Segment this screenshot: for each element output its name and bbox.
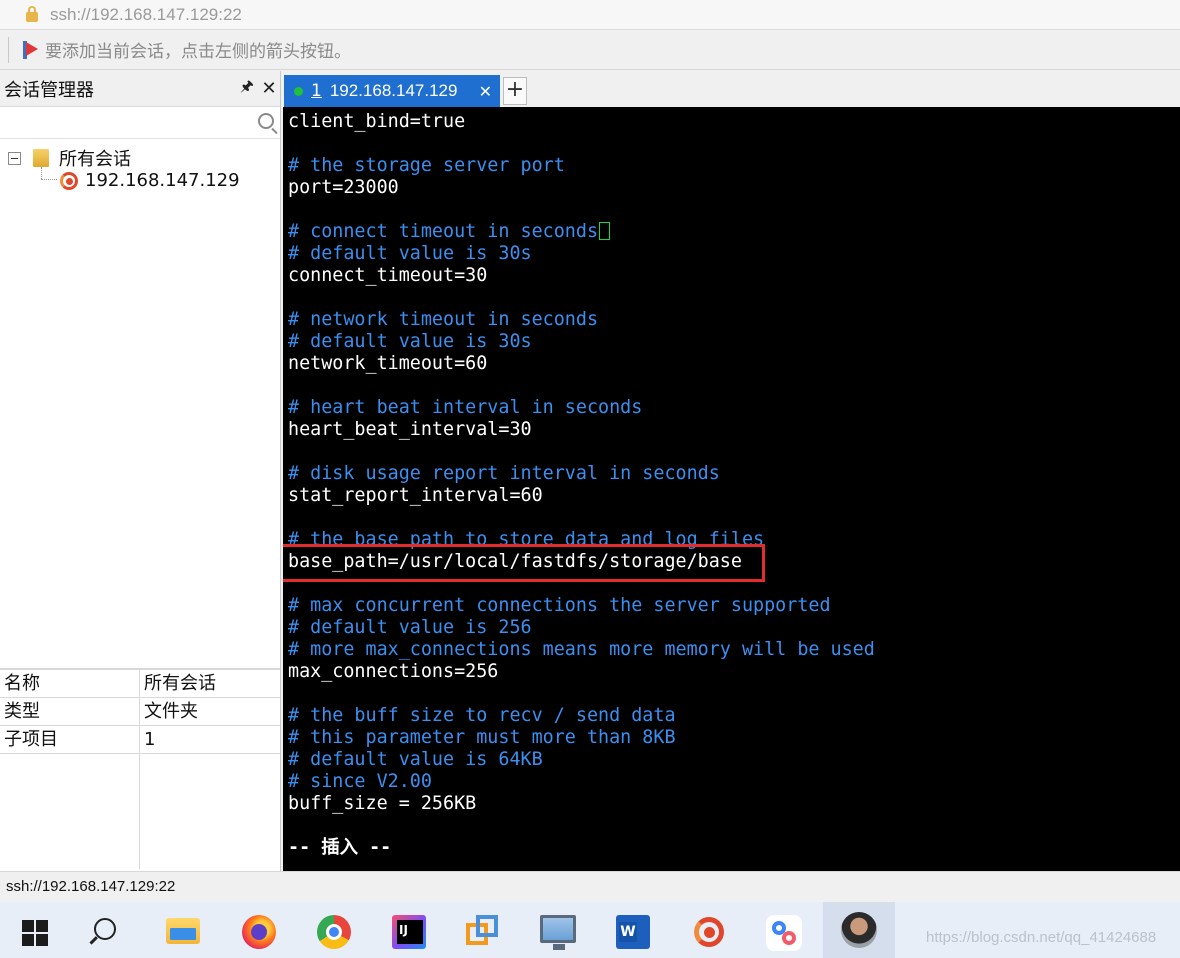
property-value: 1 (144, 729, 156, 750)
session-manager-panel: 会话管理器 🖈 ✕ 所有会话 192.168.147.129 名称 所有会话 类… (0, 71, 281, 871)
terminal-line: # default value is 30s (288, 243, 532, 264)
tree-node-all-sessions[interactable]: 所有会话 (8, 145, 131, 171)
status-bar: ssh://192.168.147.129:22 (0, 871, 1180, 902)
property-column-divider (0, 754, 140, 869)
search-icon[interactable] (258, 113, 274, 129)
terminal-line: port=23000 (288, 177, 399, 198)
windows-taskbar: https://blog.csdn.net/qq_41424688 (0, 902, 1180, 958)
user-avatar-icon[interactable] (841, 912, 877, 948)
terminal-line: # disk usage report interval in seconds (288, 463, 720, 484)
vmware-icon[interactable] (466, 915, 500, 949)
terminal-line: buff_size = 256KB (288, 793, 477, 814)
connected-status-icon (294, 86, 303, 96)
firefox-icon[interactable] (242, 915, 276, 949)
search-icon[interactable] (94, 918, 116, 940)
xshell-session-icon (57, 171, 79, 190)
highlight-annotation-box (283, 544, 765, 582)
tree-node-label[interactable]: 192.168.147.129 (85, 170, 240, 191)
terminal-line: # since V2.00 (288, 771, 432, 792)
terminal-line: network_timeout=60 (288, 353, 488, 374)
terminal-line: max_connections=256 (288, 661, 499, 682)
terminal-line: # more max_connections means more memory… (288, 639, 875, 660)
hint-bar: 要添加当前会话，点击左侧的箭头按钮。 (0, 30, 1180, 70)
intellij-idea-icon[interactable] (392, 915, 426, 949)
windows-start-icon[interactable] (22, 920, 48, 946)
terminal-line: heart_beat_interval=30 (288, 419, 532, 440)
add-session-flag-icon[interactable] (21, 40, 39, 59)
tree-node-session[interactable]: 192.168.147.129 (57, 170, 240, 191)
terminal-view[interactable]: client_bind=true # the storage server por… (283, 107, 1180, 871)
terminal-line: connect_timeout=30 (288, 265, 488, 286)
file-explorer-icon[interactable] (166, 918, 200, 944)
session-tab-strip: 1 192.168.147.129 ✕ + (282, 71, 1180, 107)
watermark-text: https://blog.csdn.net/qq_41424688 (926, 929, 1157, 946)
terminal-line: -- 插入 -- (288, 837, 392, 858)
session-search-input[interactable] (0, 107, 280, 138)
property-value: 文件夹 (144, 701, 198, 722)
tree-connector (41, 179, 57, 180)
session-manager-header: 会话管理器 🖈 ✕ (0, 71, 280, 107)
terminal-line: # connect timeout in seconds (288, 221, 611, 243)
terminal-line: # this parameter must more than 8KB (288, 727, 676, 748)
xshell-icon[interactable] (692, 915, 726, 949)
address-text[interactable]: ssh://192.168.147.129:22 (50, 5, 242, 25)
lock-icon (26, 5, 38, 22)
properties-grid: 名称 所有会话 类型 文件夹 子项目 1 (0, 668, 280, 871)
terminal-line: stat_report_interval=60 (288, 485, 543, 506)
terminal-line: # default value is 64KB (288, 749, 543, 770)
remote-desktop-icon[interactable] (540, 915, 576, 950)
property-empty-area (0, 754, 280, 869)
tab-label[interactable]: 192.168.147.129 (330, 81, 479, 101)
toolbar-separator (8, 36, 9, 63)
baidu-netdisk-icon[interactable] (766, 915, 802, 951)
chrome-icon[interactable] (317, 915, 351, 949)
terminal-line: client_bind=true (288, 111, 466, 132)
tree-connector (41, 167, 42, 179)
collapse-toggle-icon[interactable] (8, 151, 21, 165)
terminal-line: # the storage server port (288, 155, 565, 176)
pin-icon[interactable]: 🖈 (236, 76, 258, 101)
property-row: 名称 所有会话 (0, 670, 280, 698)
session-tree: 所有会话 192.168.147.129 (0, 139, 280, 699)
terminal-cursor (599, 222, 611, 240)
tab-close-icon[interactable]: ✕ (479, 82, 492, 101)
close-icon[interactable]: ✕ (258, 78, 280, 99)
hint-text: 要添加当前会话，点击左侧的箭头按钮。 (45, 42, 351, 62)
terminal-line: # the buff size to recv / send data (288, 705, 676, 726)
address-bar[interactable]: ssh://192.168.147.129:22 (0, 0, 1180, 30)
property-key: 名称 (0, 670, 140, 697)
property-key: 类型 (0, 698, 140, 725)
new-tab-button[interactable]: + (503, 77, 527, 105)
active-app-highlight[interactable] (823, 902, 895, 958)
property-row: 子项目 1 (0, 726, 280, 754)
property-key: 子项目 (0, 726, 140, 753)
terminal-line: # default value is 256 (288, 617, 532, 638)
property-value: 所有会话 (144, 673, 216, 694)
tree-node-label[interactable]: 所有会话 (59, 145, 131, 171)
tab-number: 1 (311, 81, 322, 101)
tab-session-1[interactable]: 1 192.168.147.129 ✕ (284, 75, 500, 107)
status-text: ssh://192.168.147.129:22 (6, 878, 176, 895)
word-icon[interactable] (616, 915, 650, 949)
session-search-box[interactable] (0, 107, 280, 139)
terminal-line: # max concurrent connections the server … (288, 595, 831, 616)
terminal-line: # default value is 30s (288, 331, 532, 352)
property-row: 类型 文件夹 (0, 698, 280, 726)
terminal-line: # network timeout in seconds (288, 309, 599, 330)
terminal-line: # heart beat interval in seconds (288, 397, 643, 418)
session-manager-title: 会话管理器 (4, 79, 94, 101)
folder-icon (33, 149, 49, 167)
